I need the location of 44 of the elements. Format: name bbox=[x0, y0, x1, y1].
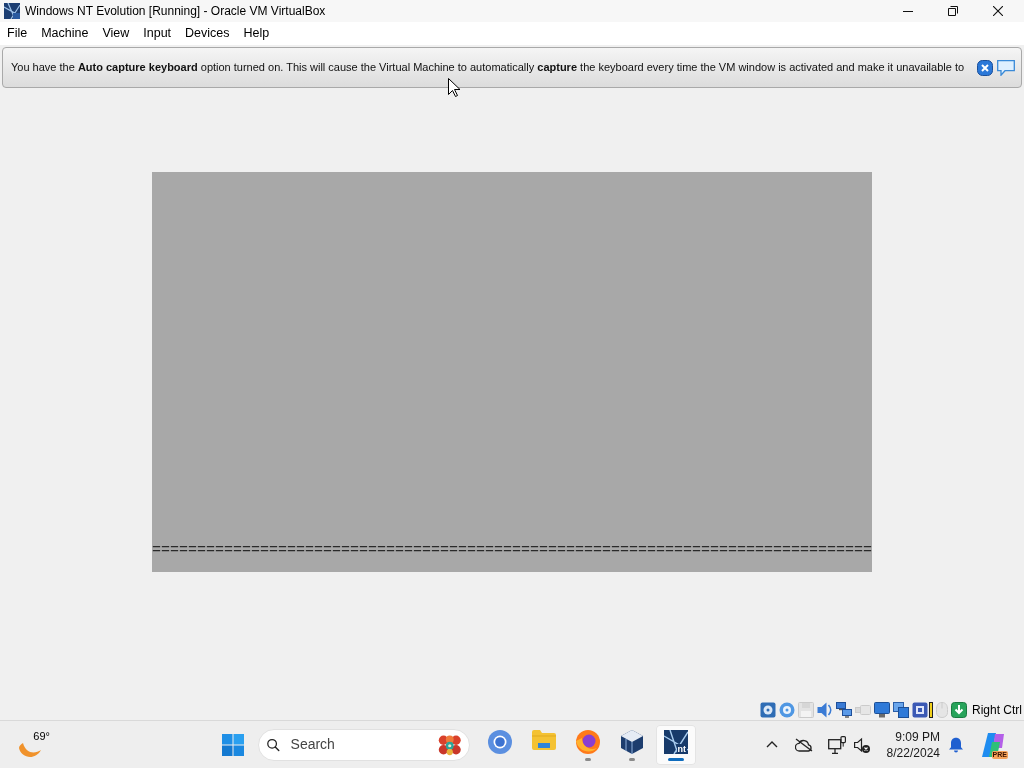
minimize-icon bbox=[902, 10, 913, 12]
menu-item[interactable]: View bbox=[95, 22, 137, 45]
menu-item[interactable]: File bbox=[0, 22, 35, 45]
window-title: Windows NT Evolution [Running] - Oracle VM VirtualBox bbox=[25, 3, 326, 20]
moon-icon bbox=[18, 741, 42, 760]
bell-icon bbox=[948, 736, 964, 753]
browser-icon bbox=[576, 729, 600, 754]
browser-icon bbox=[488, 729, 512, 754]
down-arrow-icon[interactable] bbox=[951, 702, 967, 718]
app-logo-icon bbox=[664, 729, 688, 754]
folder-icon bbox=[532, 729, 556, 750]
menu-item[interactable]: Help bbox=[236, 22, 277, 45]
weather-button[interactable]: 69° bbox=[16, 724, 52, 765]
cloud-off-icon bbox=[795, 737, 813, 752]
close-icon[interactable] bbox=[977, 59, 993, 76]
search-bar[interactable]: Search bbox=[258, 728, 470, 761]
restore-icon bbox=[947, 6, 958, 16]
search-input[interactable]: Search bbox=[288, 733, 435, 756]
app-logo-icon bbox=[4, 3, 20, 19]
menu-item[interactable]: Input bbox=[136, 22, 179, 45]
mouse-pointer-icon bbox=[448, 78, 460, 97]
taskbar-app-button[interactable]: nt bbox=[656, 724, 696, 765]
speaker-icon[interactable] bbox=[817, 702, 833, 718]
computers-icon[interactable] bbox=[836, 702, 852, 718]
host-key-label: Right Ctrl bbox=[972, 702, 1022, 719]
assistant-logo-icon bbox=[981, 732, 1005, 757]
speaker-muted-icon bbox=[854, 736, 870, 753]
clock-button[interactable]: 9:09 PM 8/22/2024 bbox=[878, 724, 944, 765]
start-icon bbox=[222, 733, 244, 756]
network-icon bbox=[828, 735, 846, 754]
chevron-up-icon bbox=[766, 741, 778, 748]
monitor-icon[interactable] bbox=[874, 702, 890, 718]
search-icon bbox=[267, 736, 280, 753]
chip-icon[interactable] bbox=[912, 702, 933, 718]
close-icon bbox=[992, 6, 1003, 16]
menu-item[interactable]: Devices bbox=[178, 22, 237, 45]
disc-icon[interactable] bbox=[779, 702, 795, 718]
logo-text: nt bbox=[676, 743, 687, 754]
screen-text: ================================================================================ bbox=[152, 543, 873, 558]
stacked-windows-icon[interactable] bbox=[893, 702, 909, 718]
notification-message: You have the Auto capture keyboard option turned on. This will cause the Virtual Machine to automatically capture the keyboard every time the VM window is activated and make it unavailable to bbox=[11, 60, 966, 76]
hard-disk-icon[interactable] bbox=[760, 702, 776, 718]
menu-item[interactable]: Machine bbox=[34, 22, 96, 45]
cube-icon bbox=[620, 729, 644, 754]
